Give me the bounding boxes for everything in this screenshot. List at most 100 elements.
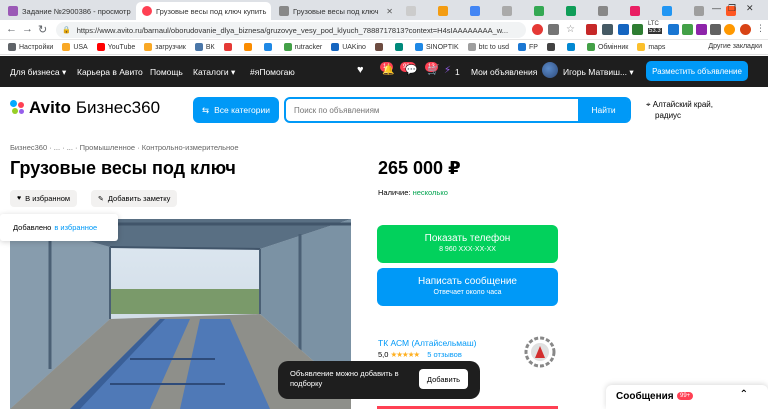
bookmark-item[interactable] [394, 43, 406, 51]
extension-icon[interactable] [618, 24, 629, 35]
url-text: https://www.avito.ru/barnaul/oborudovani… [76, 25, 509, 35]
bookmark-item[interactable]: FP [517, 43, 538, 51]
bookmark-item[interactable]: Настройки [8, 43, 53, 51]
add-to-collection-button[interactable]: Добавить [419, 369, 468, 389]
ltc-extension-badge[interactable]: LTC 53.3 [648, 21, 662, 35]
close-window-icon[interactable]: ✕ [746, 3, 754, 14]
bookmark-item[interactable] [374, 43, 386, 51]
bookmark-item[interactable]: USA [62, 43, 88, 51]
availability: Наличие: несколько [378, 188, 448, 197]
minimize-icon[interactable]: — [712, 3, 721, 13]
extension-icon[interactable] [696, 24, 707, 35]
kebab-menu-icon[interactable]: ⋮ [756, 23, 765, 34]
bookmark-icon [467, 43, 476, 51]
bookmark-icon [546, 43, 555, 51]
tab-favicon-icon[interactable] [406, 6, 416, 16]
nav-hashtag[interactable]: #яПомогаю [250, 67, 295, 77]
extension-icon[interactable] [602, 24, 613, 35]
bookmark-item[interactable]: ВК [194, 43, 215, 51]
close-icon[interactable]: ✕ [131, 7, 134, 16]
messages-widget[interactable]: Сообщения 99+ ⌃ [606, 385, 768, 409]
seller-name[interactable]: ТК АСМ (Алтайсельмаш) [378, 338, 477, 348]
bookmark-icon [414, 43, 423, 51]
location-selector[interactable]: ⌖ Алтайский край, радиус [646, 99, 713, 121]
cart-icon[interactable]: 🛒 [427, 65, 439, 76]
tab-favicon-icon[interactable] [630, 6, 640, 16]
bookmark-icon [331, 43, 340, 51]
chat-icon[interactable]: 💬 [405, 65, 417, 76]
tab-favicon-icon[interactable] [662, 6, 672, 16]
post-ad-button[interactable]: Разместить объявление [646, 61, 748, 81]
url-field[interactable]: 🔒 https://www.avito.ru/barnaul/oborudova… [56, 22, 526, 38]
tab-favicon-icon[interactable] [534, 6, 544, 16]
reviews-link[interactable]: 5 отзывов [427, 350, 462, 359]
extension-icon[interactable] [668, 24, 679, 35]
user-menu[interactable]: Игорь Матвиш... ▾ [563, 67, 634, 78]
bookmark-item[interactable]: загрузчик [144, 43, 186, 51]
browser-tab[interactable]: Задание №2900386 - просмотр ✕ [2, 2, 134, 20]
tab-favicon-icon[interactable] [470, 6, 480, 16]
nav-business[interactable]: Для бизнеса ▾ [10, 67, 66, 78]
bookmark-icon [283, 43, 292, 51]
tab-favicon-icon[interactable] [566, 6, 576, 16]
bookmark-icon [243, 43, 252, 51]
seller-logo[interactable] [524, 336, 556, 368]
breadcrumb[interactable]: Бизнес360 · ... · ... · Промышленное · К… [10, 143, 239, 152]
add-note-button[interactable]: ✎ Добавить заметку [91, 190, 178, 207]
chevron-up-icon[interactable]: ⌃ [740, 389, 748, 400]
bookmark-item[interactable] [546, 43, 558, 51]
heart-icon[interactable]: ♥ [357, 64, 364, 76]
write-message-button[interactable]: Написать сообщение Отвечает около часа [377, 268, 558, 306]
profile-avatar-icon[interactable] [724, 24, 735, 35]
extension-icon[interactable] [682, 24, 693, 35]
bookmark-icon [223, 43, 232, 51]
maximize-icon[interactable]: ❐ [728, 3, 736, 14]
bell-icon[interactable]: 🔔 [382, 65, 394, 76]
search-button[interactable]: Найти [578, 99, 629, 121]
back-icon[interactable]: ← [6, 23, 17, 35]
forward-icon[interactable]: → [22, 23, 33, 35]
favorite-button[interactable]: ♥ В избранном [10, 190, 78, 207]
bookmark-item[interactable] [263, 43, 275, 51]
bookmark-item[interactable]: btc to usd [467, 43, 509, 51]
bookmark-item[interactable]: YouTube [96, 43, 135, 51]
extension-icon[interactable] [632, 24, 643, 35]
nav-my-ads[interactable]: Мои объявления [471, 67, 537, 77]
wallet-icon[interactable]: ⚡ [444, 65, 451, 76]
tab-favicon-icon[interactable] [598, 6, 608, 16]
browser-tab[interactable]: Грузовые весы под ключ ✕ [273, 2, 399, 20]
extension-icon[interactable] [548, 24, 559, 35]
tab-favicon-icon[interactable] [438, 6, 448, 16]
bookmark-item[interactable]: Обмінник [586, 43, 628, 51]
puzzle-icon[interactable] [710, 24, 721, 35]
search-input[interactable] [286, 99, 581, 121]
avatar[interactable] [542, 62, 558, 78]
close-icon[interactable]: ✕ [382, 7, 393, 16]
tab-favicon-icon[interactable] [502, 6, 512, 16]
star-bookmark-icon[interactable]: ☆ [566, 24, 577, 35]
show-phone-button[interactable]: Показать телефон 8 960 XXX-XX-XX [377, 225, 558, 263]
bookmark-item[interactable]: SINOPTIK [414, 43, 459, 51]
bookmark-item[interactable]: rutracker [283, 43, 322, 51]
extension-icon[interactable] [586, 24, 597, 35]
nav-help[interactable]: Помощь [150, 67, 183, 77]
close-icon[interactable]: ✕ [266, 7, 271, 16]
reload-icon[interactable]: ↻ [38, 23, 47, 36]
profile-avatar-icon[interactable] [740, 24, 751, 35]
other-bookmarks[interactable]: Другие закладки [708, 43, 762, 50]
nav-catalogs[interactable]: Каталоги ▾ [193, 67, 235, 78]
bookmark-item[interactable]: UAKino [331, 43, 366, 51]
all-categories-button[interactable]: ⇆ Все категории [193, 97, 279, 123]
avito-logo[interactable]: Avito Бизнес360 [10, 98, 160, 118]
tab-favicon-icon[interactable] [694, 6, 704, 16]
favorites-link[interactable]: в избранное [54, 223, 97, 232]
nav-career[interactable]: Карьера в Авито [77, 67, 143, 77]
search-box: Найти [284, 97, 631, 123]
browser-tab-active[interactable]: Грузовые весы под ключ купить ✕ [136, 2, 271, 20]
bookmark-item[interactable]: maps [637, 43, 665, 51]
bookmark-item[interactable] [243, 43, 255, 51]
extension-icon[interactable] [532, 24, 543, 35]
bookmark-item[interactable] [223, 43, 235, 51]
bookmark-item[interactable] [566, 43, 578, 51]
bookmark-icon [517, 43, 526, 51]
